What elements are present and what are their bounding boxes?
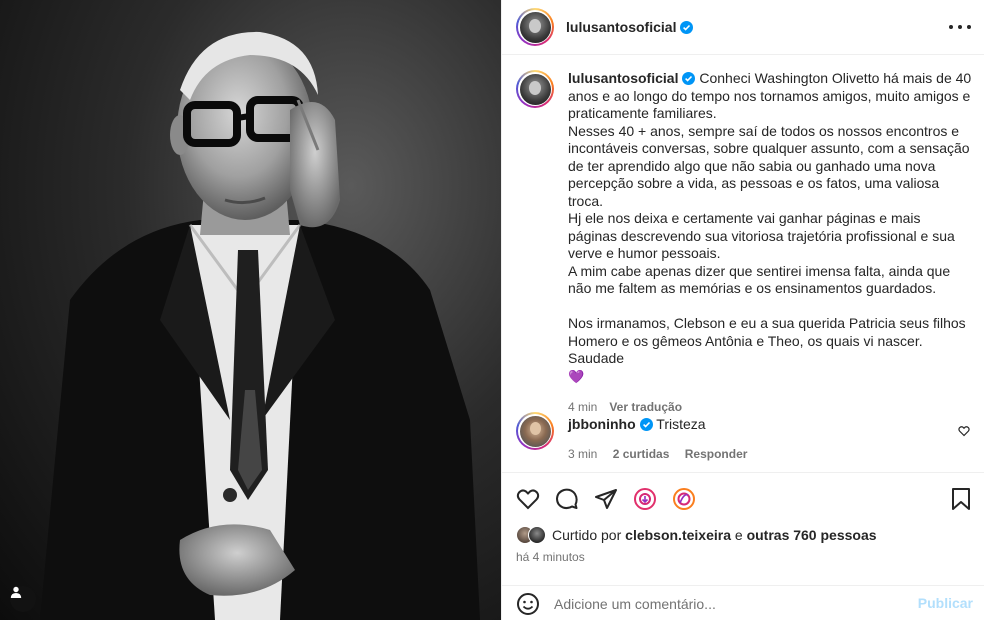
comment-username[interactable]: jbboninho <box>568 416 636 432</box>
share-icon[interactable] <box>594 487 618 511</box>
verified-badge-icon <box>639 418 653 431</box>
caption-paragraph-2: Nesses 40 + anos, sempre saí de todos os… <box>568 122 970 209</box>
comment-likes[interactable]: 2 curtidas <box>613 447 670 461</box>
portrait-illustration <box>40 31 480 620</box>
emoji-icon[interactable] <box>516 592 540 616</box>
caption-avatar[interactable] <box>516 70 554 108</box>
comment-heart-icon[interactable] <box>958 424 970 440</box>
add-comment-bar: Publicar <box>502 585 984 620</box>
caption: lulusantosoficial Conheci Washington Oli… <box>516 70 976 417</box>
likes-summary: Curtido por clebson.teixeira e outras 76… <box>516 526 877 544</box>
comment-item: jbboninho Tristeza 3 min 2 curtidas Resp… <box>516 412 976 461</box>
caption-username[interactable]: lulusantosoficial <box>568 70 678 86</box>
publish-button[interactable]: Publicar <box>918 595 973 611</box>
comment-time[interactable]: 3 min <box>568 447 597 461</box>
likes-connector: e <box>734 527 743 543</box>
post-header: lulusantosoficial <box>502 0 984 55</box>
actions-bar: Curtido por clebson.teixeira e outras 76… <box>502 472 984 620</box>
comment-meta: 3 min 2 curtidas Responder <box>568 447 976 461</box>
comment-text: jbboninho Tristeza <box>568 412 976 433</box>
comment-icon[interactable] <box>555 487 579 511</box>
comment-avatar[interactable] <box>516 412 554 450</box>
comment-input[interactable] <box>554 595 894 612</box>
bookmark-icon[interactable] <box>949 487 973 511</box>
caption-paragraph-6: Saudade <box>568 350 625 366</box>
caption-paragraph-5: Nos irmanamos, Clebson e eu a sua querid… <box>568 315 966 349</box>
action-icons <box>516 487 696 511</box>
remix-icon[interactable] <box>633 487 657 511</box>
caption-paragraph-4: A mim cabe apenas dizer que sentirei ime… <box>568 262 951 297</box>
header-username[interactable]: lulusantosoficial <box>566 19 676 35</box>
reply-button[interactable]: Responder <box>685 447 748 461</box>
instagram-post: lulusantosoficial lulusantosoficial Conh… <box>0 0 984 620</box>
comment-content: Tristeza <box>656 416 706 432</box>
verified-badge-icon <box>682 72 696 85</box>
liker-avatar <box>528 526 546 544</box>
likes-others[interactable]: outras 760 pessoas <box>747 527 877 543</box>
likes-prefix: Curtido por <box>552 527 622 543</box>
avatar[interactable] <box>516 8 554 46</box>
caption-paragraph-3: Hj ele nos deixa e certamente vai ganhar… <box>568 210 955 261</box>
caption-text: lulusantosoficial Conheci Washington Oli… <box>568 70 973 417</box>
post-side-panel: lulusantosoficial lulusantosoficial Conh… <box>501 0 984 620</box>
comments-section: lulusantosoficial Conheci Washington Oli… <box>502 56 984 466</box>
heart-icon[interactable] <box>516 487 540 511</box>
post-timestamp[interactable]: há 4 minutos <box>516 550 585 564</box>
post-photo[interactable] <box>0 0 501 620</box>
reels-icon[interactable] <box>672 487 696 511</box>
liker-username[interactable]: clebson.teixeira <box>625 527 731 543</box>
more-icon[interactable] <box>949 18 971 36</box>
verified-badge-icon <box>680 20 694 34</box>
user-tag-icon[interactable] <box>10 586 36 612</box>
purple-heart-emoji: 💜 <box>568 368 585 384</box>
